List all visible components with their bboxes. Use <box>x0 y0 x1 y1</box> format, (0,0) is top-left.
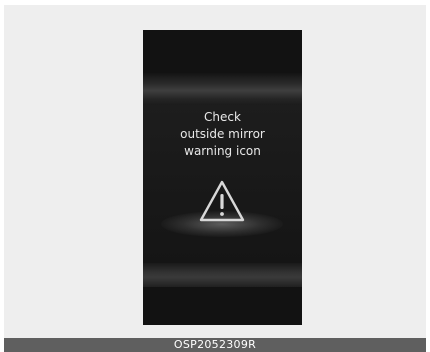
message-line-3: warning icon <box>184 144 261 158</box>
cluster-display: Check outside mirror warning icon <box>143 30 302 325</box>
display-bottom-band <box>143 263 302 287</box>
message-line-2: outside mirror <box>180 127 265 141</box>
display-top-band <box>143 73 302 105</box>
warning-triangle-icon <box>199 180 245 222</box>
figure-frame: Check outside mirror warning icon <box>4 5 426 338</box>
warning-message: Check outside mirror warning icon <box>143 109 302 160</box>
message-line-1: Check <box>204 110 241 124</box>
caption-bar: OSP2052309R <box>4 338 426 352</box>
figure-code: OSP2052309R <box>173 338 257 351</box>
